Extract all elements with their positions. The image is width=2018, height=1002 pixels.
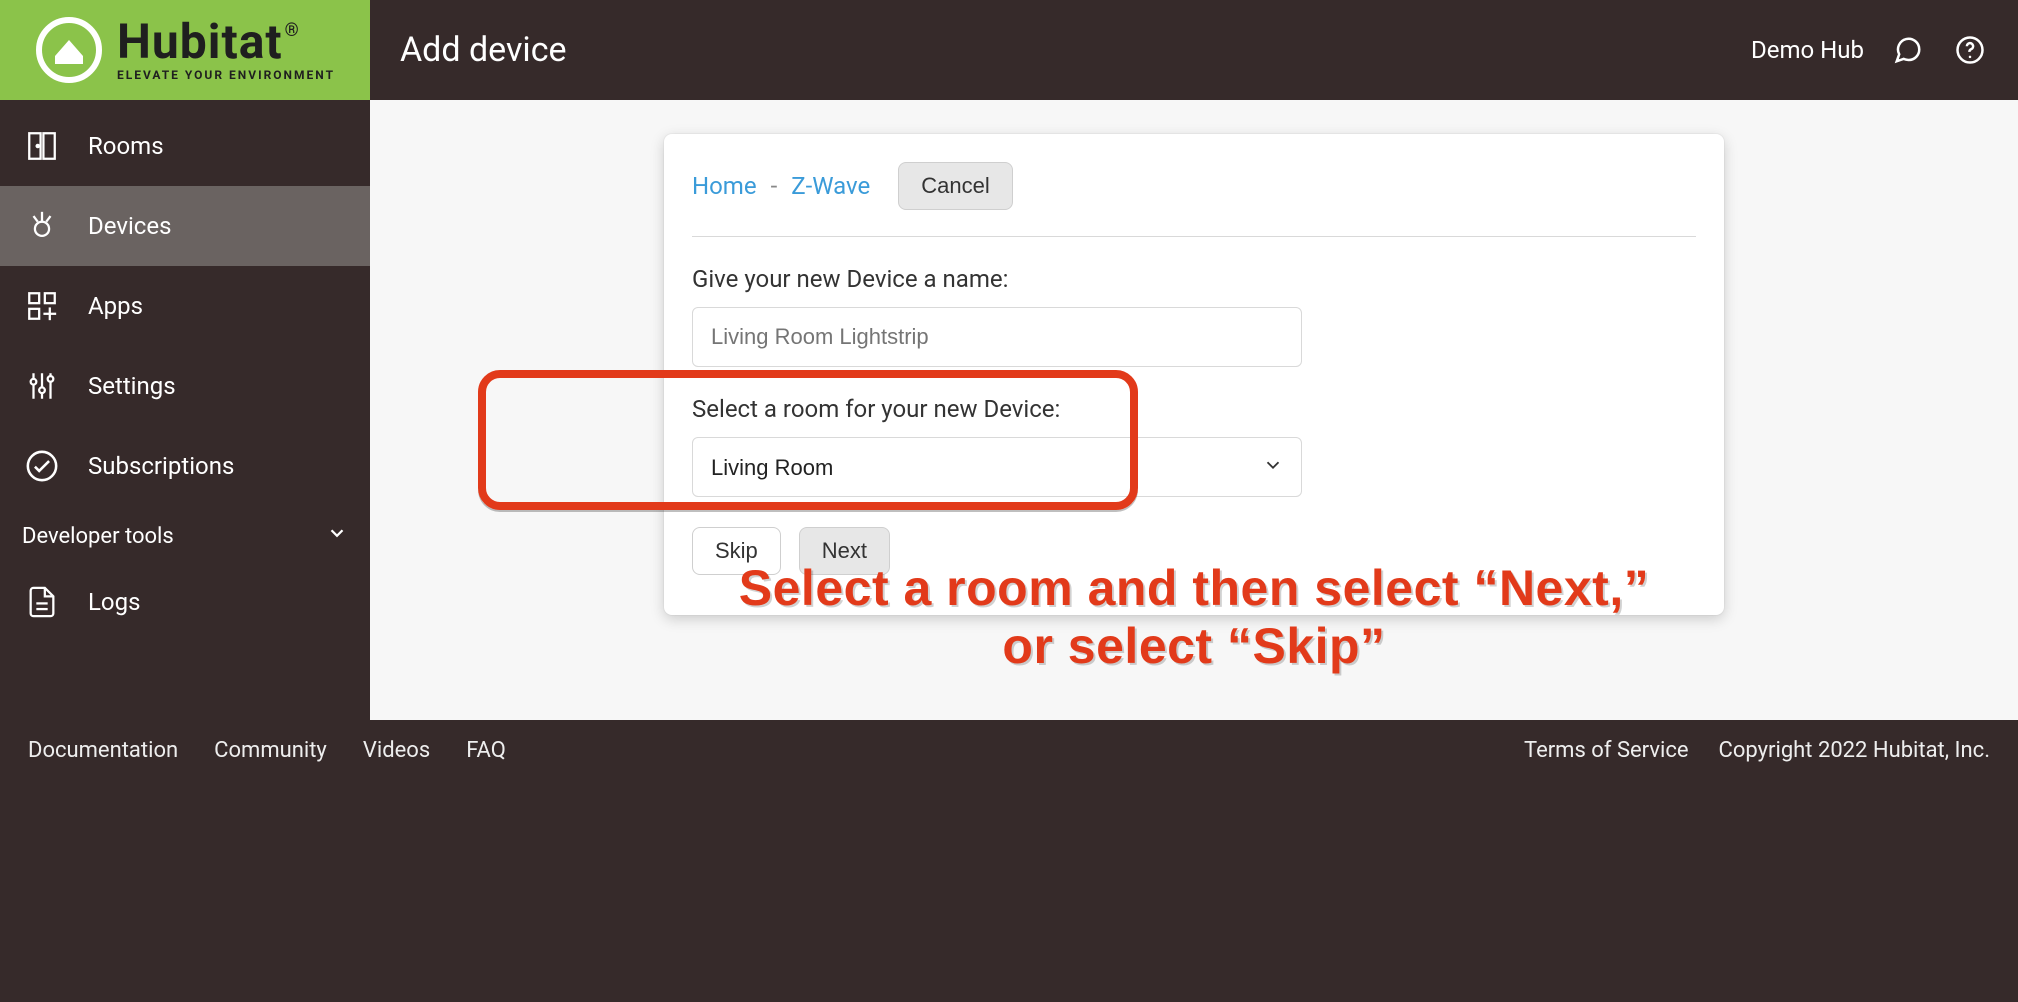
- content: Home - Z-Wave Cancel Give your new Devic…: [370, 100, 2018, 720]
- breadcrumb: Home - Z-Wave Cancel: [692, 162, 1696, 210]
- breadcrumb-home[interactable]: Home: [692, 172, 757, 200]
- device-name-label: Give your new Device a name:: [692, 265, 1696, 293]
- sidebar: Rooms Devices Apps Settings: [0, 100, 370, 720]
- subscriptions-icon: [22, 449, 62, 483]
- sidebar-item-label: Devices: [88, 212, 171, 240]
- breadcrumb-zwave[interactable]: Z-Wave: [791, 172, 870, 200]
- divider: [692, 236, 1696, 237]
- room-select-label: Select a room for your new Device:: [692, 395, 1696, 423]
- rooms-icon: [22, 129, 62, 163]
- sidebar-item-subscriptions[interactable]: Subscriptions: [0, 426, 370, 506]
- device-name-input[interactable]: [692, 307, 1302, 367]
- sidebar-item-devices[interactable]: Devices: [0, 186, 370, 266]
- sidebar-item-settings[interactable]: Settings: [0, 346, 370, 426]
- footer-link-videos[interactable]: Videos: [363, 738, 430, 763]
- chat-icon[interactable]: [1890, 32, 1926, 68]
- sidebar-item-label: Rooms: [88, 132, 164, 160]
- cancel-button[interactable]: Cancel: [898, 162, 1012, 210]
- sidebar-item-logs[interactable]: Logs: [0, 566, 370, 638]
- annotation-text: Select a room and then select “Next,” or…: [739, 560, 1649, 675]
- brand-tagline: ELEVATE YOUR ENVIRONMENT: [117, 68, 335, 82]
- footer-link-documentation[interactable]: Documentation: [28, 738, 178, 763]
- topbar: Hubitat® ELEVATE YOUR ENVIRONMENT Add de…: [0, 0, 2018, 100]
- card: Home - Z-Wave Cancel Give your new Devic…: [664, 134, 1724, 615]
- settings-icon: [22, 369, 62, 403]
- room-select[interactable]: Living Room: [692, 437, 1302, 497]
- help-icon[interactable]: [1952, 32, 1988, 68]
- sidebar-item-label: Subscriptions: [88, 452, 234, 480]
- sidebar-item-label: Logs: [88, 588, 140, 616]
- sidebar-item-rooms[interactable]: Rooms: [0, 106, 370, 186]
- footer-link-faq[interactable]: FAQ: [466, 738, 506, 763]
- footer-link-tos[interactable]: Terms of Service: [1524, 738, 1689, 763]
- chevron-down-icon: [326, 522, 348, 550]
- sidebar-item-apps[interactable]: Apps: [0, 266, 370, 346]
- footer-link-community[interactable]: Community: [214, 738, 327, 763]
- footer-copyright: Copyright 2022 Hubitat, Inc.: [1719, 738, 1990, 763]
- devices-icon: [22, 209, 62, 243]
- sidebar-group-developer-tools[interactable]: Developer tools: [0, 506, 370, 566]
- logo-icon: [35, 16, 103, 84]
- sidebar-group-label: Developer tools: [22, 524, 174, 549]
- hub-name[interactable]: Demo Hub: [1751, 36, 1864, 64]
- apps-icon: [22, 289, 62, 323]
- breadcrumb-sep: -: [771, 172, 778, 200]
- logs-icon: [22, 585, 62, 619]
- page-title: Add device: [370, 0, 1751, 100]
- logo[interactable]: Hubitat® ELEVATE YOUR ENVIRONMENT: [0, 0, 370, 100]
- sidebar-item-label: Apps: [88, 292, 143, 320]
- sidebar-item-label: Settings: [88, 372, 176, 400]
- footer: Documentation Community Videos FAQ Terms…: [0, 720, 2018, 780]
- brand-name: Hubitat®: [117, 18, 298, 66]
